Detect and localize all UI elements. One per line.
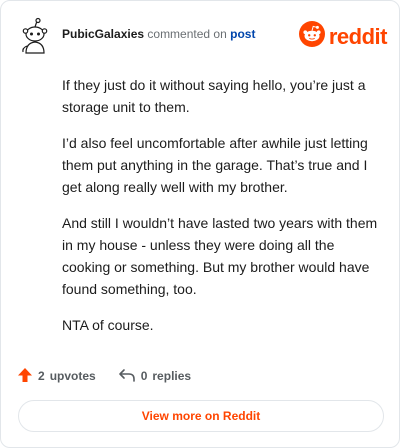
reddit-wordmark: reddit — [328, 23, 388, 49]
post-link[interactable]: post — [230, 27, 255, 41]
reply-arrow-icon — [118, 367, 136, 386]
comment-action-text: commented on — [147, 27, 227, 41]
upvote-button[interactable]: 2 upvotes — [17, 367, 96, 386]
comment-actions: 2 upvotes 0 replies — [17, 365, 213, 387]
comment-paragraph: If they just do it without saying hello,… — [62, 77, 366, 115]
comment-header: PubicGalaxies commented on post reddit — [17, 15, 388, 57]
comment-paragraph: And still I wouldn’t have lasted two yea… — [62, 215, 378, 297]
snoo-avatar-icon[interactable] — [17, 17, 53, 57]
comment-paragraph: NTA of course. — [62, 317, 154, 333]
reply-label: replies — [152, 369, 192, 383]
comment-paragraph: I’d also feel uncomfortable after awhile… — [62, 135, 368, 195]
comment-body: If they just do it without saying hello,… — [62, 74, 382, 350]
reddit-snoo-icon — [298, 21, 325, 52]
reddit-logo[interactable]: reddit — [298, 21, 388, 52]
upvote-arrow-icon — [17, 367, 33, 386]
view-more-button[interactable]: View more on Reddit — [18, 400, 384, 432]
upvote-count: 2 — [38, 369, 45, 383]
reply-button[interactable]: 0 replies — [118, 367, 191, 386]
view-more-label: View more on Reddit — [141, 409, 261, 423]
upvote-label: upvotes — [49, 369, 96, 383]
comment-embed-card: PubicGalaxies commented on post reddit I… — [0, 0, 400, 448]
reply-count: 0 — [140, 369, 148, 383]
comment-meta: PubicGalaxies commented on post — [62, 27, 255, 41]
comment-author[interactable]: PubicGalaxies — [62, 27, 144, 41]
